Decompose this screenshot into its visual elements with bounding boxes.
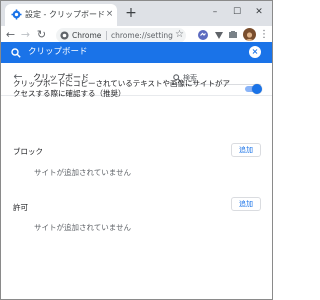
- tab-settings[interactable]: 設定 - クリップボード ×: [5, 4, 117, 26]
- allow-section-label: 許可: [13, 203, 28, 212]
- chrome-site-icon: [60, 31, 69, 40]
- close-window-button[interactable]: ✕: [251, 5, 267, 19]
- settings-gear-icon: [11, 9, 22, 20]
- omnibox-url: chrome://settings/co...: [111, 31, 173, 40]
- toggle-knob: [252, 84, 262, 94]
- clipboard-settings-card: ← クリップボード 検索 クリップボードにコピーされているテキストや画像にサイト…: [1, 63, 272, 299]
- maximize-button[interactable]: ☐: [229, 5, 245, 19]
- avatar[interactable]: [243, 28, 256, 41]
- extension-icon[interactable]: [197, 29, 209, 41]
- setting-description: クリップボードにコピーされているテキストや画像にサイトがアクセスする際に確認する…: [13, 79, 231, 98]
- extension-icon[interactable]: [227, 29, 239, 41]
- minimize-button[interactable]: –: [207, 5, 223, 19]
- clipboard-toggle[interactable]: [245, 84, 262, 94]
- menu-icon[interactable]: ⋮: [259, 28, 269, 42]
- tab-title: 設定 - クリップボード: [25, 10, 105, 19]
- allow-add-button[interactable]: 追加: [231, 197, 261, 211]
- omnibox-separator: [106, 31, 107, 40]
- block-empty-text: サイトが追加されていません: [34, 168, 132, 177]
- settings-search-input[interactable]: クリップボード: [28, 46, 88, 59]
- settings-search-bar: クリップボード ×: [1, 42, 272, 63]
- search-icon: [11, 48, 21, 58]
- settings-content: ← クリップボード 検索 クリップボードにコピーされているテキストや画像にサイト…: [1, 63, 272, 299]
- allow-empty-text: サイトが追加されていません: [34, 223, 132, 232]
- block-add-button[interactable]: 追加: [231, 143, 261, 157]
- forward-icon[interactable]: →: [19, 28, 32, 42]
- star-icon[interactable]: ☆: [175, 28, 184, 42]
- tab-close-icon[interactable]: ×: [104, 8, 115, 20]
- close-icon[interactable]: ×: [249, 46, 261, 58]
- back-icon[interactable]: ←: [4, 28, 17, 42]
- reload-icon[interactable]: ↻: [35, 28, 48, 42]
- omnibox-scheme-label: Chrome: [72, 31, 102, 40]
- extension-icon[interactable]: [213, 29, 225, 41]
- omnibox[interactable]: Chrome chrome://settings/co...: [56, 28, 186, 43]
- block-section-label: ブロック: [13, 147, 43, 156]
- tab-strip: 設定 - クリップボード × + – ☐ ✕: [1, 1, 272, 26]
- browser-window: 設定 - クリップボード × + – ☐ ✕ ← → ↻ Chrome chro…: [0, 0, 273, 300]
- new-tab-button[interactable]: +: [124, 6, 138, 20]
